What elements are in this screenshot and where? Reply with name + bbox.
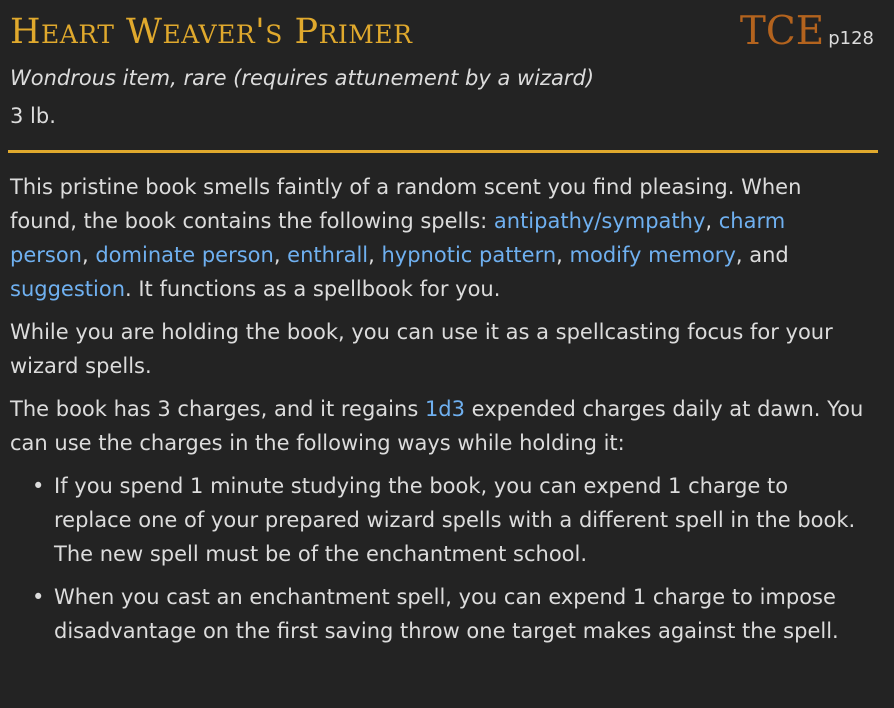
bullet-icon: • — [32, 585, 45, 609]
spell-link-hypnotic-pattern[interactable]: hypnotic pattern — [381, 243, 556, 267]
list-item: • If you spend 1 minute studying the book… — [32, 469, 870, 571]
item-header: Heart Weaver's Primer TCE p128 — [10, 8, 884, 58]
description-text: The book has 3 charges, and it regains — [10, 397, 425, 421]
separator: , — [368, 243, 382, 267]
spell-link-dominate-person[interactable]: dominate person — [95, 243, 273, 267]
separator: , — [705, 209, 719, 233]
spell-link-modify-memory[interactable]: modify memory — [570, 243, 736, 267]
separator: , and — [735, 243, 789, 267]
description-paragraph-1: This pristine book smells faintly of a r… — [10, 170, 870, 306]
description-paragraph-2: While you are holding the book, you can … — [10, 320, 833, 378]
separator: , — [273, 243, 288, 267]
list-item-text: If you spend 1 minute studying the book,… — [54, 474, 856, 566]
separator: , — [81, 243, 96, 267]
dice-roll-link-1d3[interactable]: 1d3 — [425, 397, 465, 421]
item-card: Heart Weaver's Primer TCE p128 Wondrous i… — [0, 0, 894, 708]
bullet-icon: • — [32, 474, 45, 498]
spell-link-antipathy-sympathy[interactable]: antipathy/sympathy — [494, 209, 706, 233]
item-description: This pristine book smells faintly of a r… — [10, 170, 870, 657]
list-item-text: When you cast an enchantment spell, you … — [54, 585, 839, 643]
list-item: • When you cast an enchantment spell, you… — [32, 580, 870, 648]
separator: , — [556, 243, 570, 267]
description-text: . It functions as a spellbook for you. — [125, 277, 501, 301]
item-weight: 3 lb. — [10, 104, 56, 128]
header-divider — [8, 150, 878, 153]
source-abbr-link[interactable]: TCE — [740, 9, 824, 54]
item-title: Heart Weaver's Primer — [10, 12, 413, 52]
source-page: p128 — [828, 28, 874, 49]
source-reference: TCE p128 — [740, 8, 874, 56]
charge-uses-list: • If you spend 1 minute studying the book… — [10, 469, 870, 648]
description-paragraph-3: The book has 3 charges, and it regains 1… — [10, 392, 870, 460]
item-type-line: Wondrous item, rare (requires attunement… — [10, 66, 595, 90]
spell-link-suggestion[interactable]: suggestion — [10, 277, 125, 301]
spell-link-enthrall[interactable]: enthrall — [287, 243, 368, 267]
